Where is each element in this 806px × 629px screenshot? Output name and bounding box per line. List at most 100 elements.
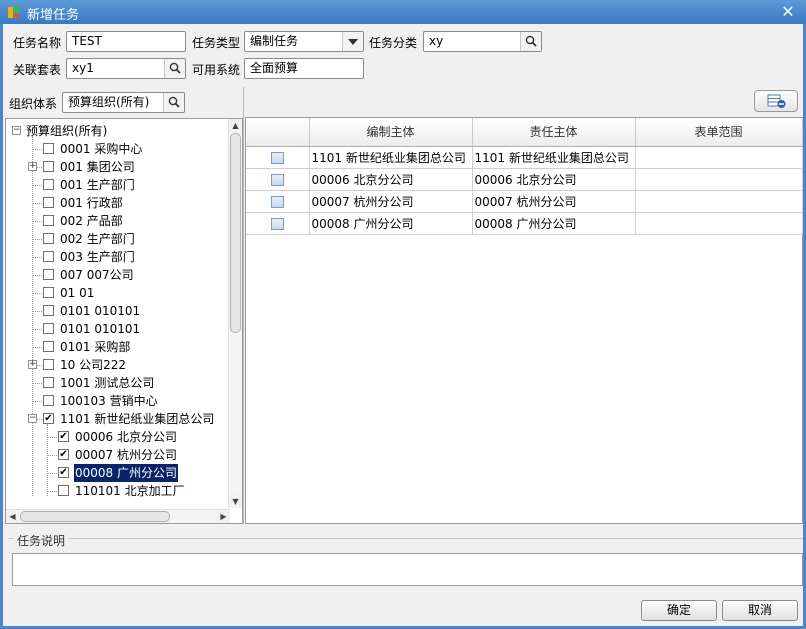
grid-header-responsible-entity[interactable]: 责任主体 (472, 118, 636, 147)
remove-row-button[interactable] (754, 90, 798, 112)
compile-entity-cell[interactable]: 00008 广州分公司 (309, 212, 473, 235)
form-scope-cell[interactable] (635, 212, 803, 235)
linked-form-search-button[interactable] (164, 59, 185, 78)
scroll-thumb[interactable] (20, 511, 170, 522)
tree-connector (47, 473, 57, 474)
task-description-input[interactable] (12, 553, 803, 586)
cancel-button[interactable]: 取消 (722, 600, 798, 621)
tree-node-checkbox[interactable] (43, 395, 54, 406)
scroll-left-icon[interactable]: ◀ (6, 510, 19, 523)
tree-node[interactable]: 002 生产部门 (6, 230, 230, 248)
scroll-thumb[interactable] (230, 133, 241, 333)
tree-node[interactable]: 001 行政部 (6, 194, 230, 212)
ok-button[interactable]: 确定 (641, 600, 717, 621)
tree-node-checkbox[interactable] (43, 143, 54, 154)
tree-node[interactable]: 001 生产部门 (6, 176, 230, 194)
scroll-down-icon[interactable]: ▼ (229, 495, 242, 508)
compile-entity-cell[interactable]: 00007 杭州分公司 (309, 190, 473, 213)
tree-node[interactable]: 007 007公司 (6, 266, 230, 284)
tree-horizontal-scrollbar[interactable]: ◀ ▶ (6, 509, 230, 523)
row-checkbox[interactable] (270, 151, 284, 164)
form-scope-cell[interactable] (635, 168, 803, 191)
table-row[interactable]: 1101 新世纪纸业集团总公司 1101 新世纪纸业集团总公司 (246, 146, 803, 169)
scroll-right-icon[interactable]: ▶ (217, 510, 230, 523)
org-tree[interactable]: − 预算组织(所有) 0001 采购中心 +001 集团公司 001 生产部门 001 行… (5, 118, 243, 524)
row-checkbox[interactable] (270, 217, 284, 230)
tree-node-checkbox[interactable] (43, 341, 54, 352)
row-select-cell[interactable] (246, 168, 310, 191)
tree-node[interactable]: 002 产品部 (6, 212, 230, 230)
tree-node-checkbox[interactable]: ✔ (43, 413, 54, 424)
row-select-cell[interactable] (246, 190, 310, 213)
task-category-input[interactable]: xy (423, 31, 542, 52)
responsible-entity-cell[interactable]: 1101 新世纪纸业集团总公司 (472, 146, 636, 169)
available-system-input[interactable]: 全面预算 (244, 58, 364, 79)
org-system-search-button[interactable] (163, 93, 184, 112)
collapse-icon[interactable]: − (12, 126, 21, 135)
tree-vertical-scrollbar[interactable]: ▲ ▼ (228, 119, 242, 508)
grid-header-select[interactable] (246, 118, 310, 147)
close-icon[interactable]: ✕ (779, 3, 797, 21)
task-description-group: 任务说明 (8, 532, 803, 588)
tree-node[interactable]: 0101 010101 (6, 302, 230, 320)
tree-node-checkbox[interactable] (58, 485, 69, 496)
tree-node-checkbox[interactable]: ✔ (58, 467, 69, 478)
tree-node[interactable]: 01 01 (6, 284, 230, 302)
tree-node[interactable]: 110101 北京加工厂 (6, 482, 230, 500)
row-select-cell[interactable] (246, 212, 310, 235)
tree-node-label: 001 生产部门 (60, 178, 135, 192)
table-row[interactable]: 00007 杭州分公司 00007 杭州分公司 (246, 190, 803, 213)
tree-node-checkbox[interactable] (43, 197, 54, 208)
tree-node[interactable]: 0001 采购中心 (6, 140, 230, 158)
form-scope-cell[interactable] (635, 146, 803, 169)
row-checkbox[interactable] (270, 173, 284, 186)
tree-node[interactable]: ✔ 00006 北京分公司 (6, 428, 230, 446)
table-row[interactable]: 00006 北京分公司 00006 北京分公司 (246, 168, 803, 191)
tree-node[interactable]: +10 公司222 (6, 356, 230, 374)
responsible-entity-cell[interactable]: 00008 广州分公司 (472, 212, 636, 235)
tree-node[interactable]: ✔ 00008 广州分公司 (6, 463, 230, 483)
compile-entity-cell[interactable]: 1101 新世纪纸业集团总公司 (309, 146, 473, 169)
table-row[interactable]: 00008 广州分公司 00008 广州分公司 (246, 212, 803, 235)
compile-entity-cell[interactable]: 00006 北京分公司 (309, 168, 473, 191)
tree-node-checkbox[interactable] (43, 179, 54, 190)
tree-node[interactable]: 1001 测试总公司 (6, 374, 230, 392)
tree-node-checkbox[interactable] (43, 233, 54, 244)
expand-icon[interactable]: + (28, 360, 37, 369)
tree-node-checkbox[interactable] (43, 161, 54, 172)
responsible-entity-cell[interactable]: 00006 北京分公司 (472, 168, 636, 191)
tree-node-checkbox[interactable] (43, 359, 54, 370)
tree-node[interactable]: 0101 010101 (6, 320, 230, 338)
expand-icon[interactable]: + (28, 162, 37, 171)
grid-header-form-scope[interactable]: 表单范围 (635, 118, 803, 147)
linked-form-input[interactable]: xy1 (66, 58, 186, 79)
tree-node-checkbox[interactable] (43, 287, 54, 298)
tree-node-checkbox[interactable] (43, 305, 54, 316)
tree-node-checkbox[interactable] (43, 269, 54, 280)
responsible-entity-cell[interactable]: 00007 杭州分公司 (472, 190, 636, 213)
tree-node-checkbox[interactable] (43, 323, 54, 334)
tree-node-checkbox[interactable] (43, 251, 54, 262)
grid-header-compile-entity[interactable]: 编制主体 (309, 118, 473, 147)
tree-node[interactable]: ✔ 00007 杭州分公司 (6, 446, 230, 464)
tree-node[interactable]: − ✔ 1101 新世纪纸业集团总公司 (6, 410, 230, 428)
task-name-input[interactable]: TEST (66, 31, 186, 52)
org-system-input[interactable]: 预算组织(所有) (62, 92, 185, 113)
task-type-dropdown-button[interactable] (342, 32, 363, 51)
tree-node-checkbox[interactable] (43, 377, 54, 388)
tree-node[interactable]: 0101 采购部 (6, 338, 230, 356)
task-type-select[interactable]: 编制任务 (244, 31, 364, 52)
collapse-icon[interactable]: − (28, 414, 37, 423)
row-select-cell[interactable] (246, 146, 310, 169)
form-scope-cell[interactable] (635, 190, 803, 213)
tree-node[interactable]: 100103 营销中心 (6, 392, 230, 410)
tree-node-checkbox[interactable]: ✔ (58, 431, 69, 442)
scroll-up-icon[interactable]: ▲ (229, 119, 242, 132)
tree-node-checkbox[interactable]: ✔ (58, 449, 69, 460)
row-checkbox[interactable] (270, 195, 284, 208)
tree-node-checkbox[interactable] (43, 215, 54, 226)
tree-node[interactable]: +001 集团公司 (6, 158, 230, 176)
tree-node[interactable]: 003 生产部门 (6, 248, 230, 266)
tree-root[interactable]: − 预算组织(所有) (6, 122, 230, 140)
task-category-search-button[interactable] (520, 32, 541, 51)
